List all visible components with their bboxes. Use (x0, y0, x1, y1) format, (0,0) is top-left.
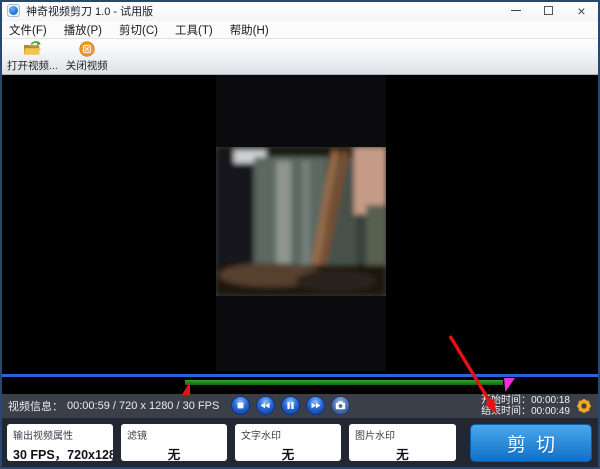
menu-tools[interactable]: 工具(T) (175, 22, 213, 38)
end-time-label: 结束时间： (481, 406, 531, 417)
output-properties-title: 输出视频属性 (13, 427, 107, 442)
app-icon (7, 4, 20, 17)
minimize-icon (511, 10, 521, 11)
text-watermark-card[interactable]: 文字水印 无 (235, 424, 341, 461)
filter-value: 无 (127, 444, 221, 461)
snapshot-button[interactable] (331, 396, 350, 415)
app-logo-circle (9, 6, 18, 15)
close-video-button[interactable]: 关闭视频 (62, 39, 112, 74)
settings-gear-icon[interactable] (575, 397, 593, 415)
app-window: 神奇视频剪刀 1.0 - 试用版 × 文件(F) 播放(P) 剪切(C) 工具(… (0, 0, 600, 469)
open-folder-icon (20, 41, 44, 57)
time-range: 开始时间：00:00:18 结束时间：00:00:49 (481, 395, 570, 417)
start-time-row: 开始时间：00:00:18 (481, 395, 570, 406)
text-watermark-value: 无 (241, 444, 335, 461)
close-icon: × (577, 4, 585, 18)
video-display-area (0, 75, 600, 394)
maximize-button[interactable] (532, 0, 565, 21)
bottom-panel: 输出视频属性 30 FPS，720x1280 滤镜 无 文字水印 无 图片水印 … (0, 418, 600, 469)
toolbar: 打开视频... 关闭视频 (0, 39, 600, 75)
maximize-icon (544, 6, 553, 15)
menu-bar: 文件(F) 播放(P) 剪切(C) 工具(T) 帮助(H) (0, 21, 600, 39)
title-bar: 神奇视频剪刀 1.0 - 试用版 × (0, 0, 600, 21)
menu-play[interactable]: 播放(P) (64, 22, 102, 38)
video-info-value: 00:00:59 / 720 x 1280 / 30 FPS (67, 400, 219, 412)
fast-forward-button[interactable] (306, 396, 325, 415)
menu-file[interactable]: 文件(F) (9, 22, 47, 38)
timeline-track[interactable] (2, 374, 598, 377)
window-title: 神奇视频剪刀 1.0 - 试用版 (26, 3, 153, 19)
window-controls: × (499, 0, 598, 21)
pause-button[interactable] (281, 396, 300, 415)
video-frame (216, 75, 386, 371)
stop-icon (238, 403, 244, 409)
menu-help[interactable]: 帮助(H) (230, 22, 269, 38)
video-still-image (216, 147, 386, 296)
close-video-label: 关闭视频 (66, 58, 108, 73)
image-watermark-value: 无 (355, 444, 450, 461)
video-info: 视频信息： 00:00:59 / 720 x 1280 / 30 FPS (8, 394, 219, 418)
filter-card[interactable]: 滤镜 无 (121, 424, 227, 461)
rewind-button[interactable] (256, 396, 275, 415)
output-properties-card[interactable]: 输出视频属性 30 FPS，720x1280 (7, 424, 113, 461)
cut-button[interactable]: 剪切 (470, 424, 592, 462)
pause-icon (287, 402, 289, 409)
status-bar: 视频信息： 00:00:59 / 720 x 1280 / 30 FPS (0, 394, 600, 418)
video-info-label: 视频信息： (8, 398, 63, 414)
text-watermark-title: 文字水印 (241, 427, 335, 442)
image-watermark-title: 图片水印 (355, 427, 450, 442)
start-time-value: 00:00:18 (531, 395, 570, 406)
open-video-button[interactable]: 打开视频... (3, 39, 62, 74)
filter-title: 滤镜 (127, 427, 221, 442)
stop-button[interactable] (231, 396, 250, 415)
end-time-value: 00:00:49 (531, 406, 570, 417)
minimize-button[interactable] (499, 0, 532, 21)
close-video-icon (77, 41, 97, 57)
timeline-selection-range[interactable] (185, 380, 503, 385)
close-button[interactable]: × (565, 0, 598, 21)
start-time-label: 开始时间： (481, 395, 531, 406)
output-properties-value: 30 FPS，720x1280 (13, 444, 107, 461)
playback-controls (231, 396, 350, 415)
image-watermark-card[interactable]: 图片水印 无 (349, 424, 456, 461)
end-time-row: 结束时间：00:00:49 (481, 406, 570, 417)
open-video-label: 打开视频... (7, 58, 58, 73)
menu-cut[interactable]: 剪切(C) (119, 22, 158, 38)
